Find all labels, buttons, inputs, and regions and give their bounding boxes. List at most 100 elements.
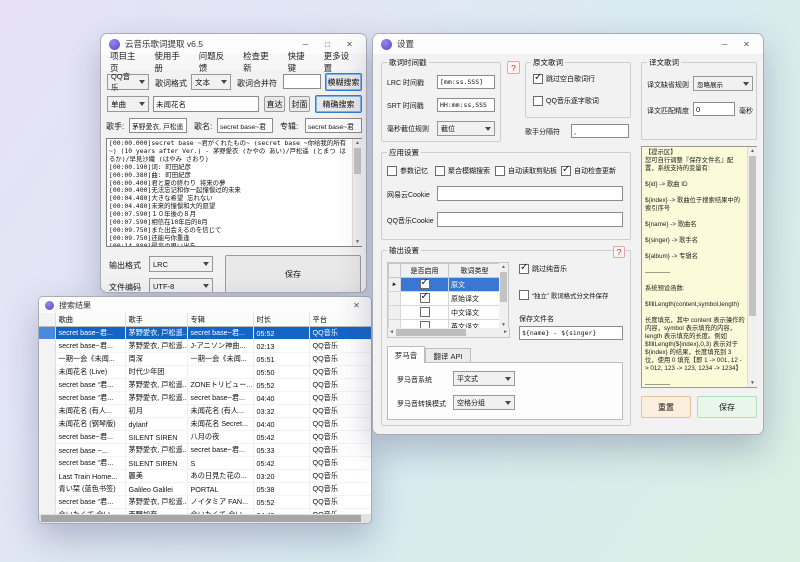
settings-save-button[interactable]: 保存 (697, 396, 757, 418)
menu-item-manual[interactable]: 使用手册 (154, 50, 187, 74)
enabled-cell[interactable] (401, 292, 449, 306)
table-row[interactable]: Last Train Home...麗美あの日見た花の...03:20QQ音乐 (39, 470, 371, 483)
param-memory-checkbox[interactable]: 参数记忆 (387, 166, 428, 176)
scroll-left-icon[interactable]: ◄ (389, 328, 394, 336)
scroll-up-icon[interactable]: ▲ (748, 147, 757, 155)
column-header[interactable]: 时长 (253, 313, 309, 327)
lyric-type-row[interactable]: 原始译文 (389, 292, 501, 306)
table-row[interactable]: 未闻花名 (有人...初月未闻花名 (有人...03:32QQ音乐 (39, 405, 371, 418)
format-select[interactable]: 文本 (191, 74, 231, 90)
lyrics-textarea[interactable]: [00:00.000]secret base ~君がくれたもの~ (secret… (106, 138, 362, 247)
platform-select[interactable]: QQ音乐 (107, 74, 149, 90)
scroll-up-icon[interactable]: ▲ (353, 139, 362, 147)
hint-textarea[interactable]: 【提示区】 您可自行调整『保存文件名』配置，系统支持的变量有: ${id} ->… (641, 146, 757, 388)
menu-item-hotkeys[interactable]: 快捷键 (288, 50, 313, 74)
column-header[interactable]: 歌词类型 (449, 264, 501, 278)
cover-button[interactable]: 封面 (289, 96, 310, 112)
auto-update-checkbox[interactable]: 自动检查更新 (561, 166, 616, 176)
scroll-down-icon[interactable]: ▼ (748, 379, 757, 387)
split-file-checkbox[interactable]: “独立” 歌词格式分文件保存 (519, 290, 608, 300)
skip-pure-music-checkbox[interactable]: 跳过纯音乐 (519, 264, 567, 274)
srt-timestamp-input[interactable] (437, 98, 495, 112)
skip-blank-checkbox[interactable]: 跳过空白歌词行 (533, 74, 595, 84)
output-help-button[interactable]: ? (613, 246, 625, 258)
column-header[interactable]: 专辑 (187, 313, 253, 327)
table-row[interactable]: 未闻花名 (钢琴版)dylanf未闻花名 Secret...04:40QQ音乐 (39, 418, 371, 431)
timestamp-help-button[interactable]: ? (507, 61, 520, 74)
close-icon[interactable]: ✕ (341, 40, 358, 49)
output-format-select[interactable]: LRC (149, 256, 213, 272)
romaji-mode-select[interactable]: 空格分组 (453, 395, 515, 410)
verbatim-lyrics-checkbox[interactable]: QQ音乐逐字歌词 (533, 96, 599, 106)
search-type-select[interactable]: 单曲 (107, 96, 149, 112)
auto-clipboard-checkbox[interactable]: 自动读取剪贴板 (495, 166, 557, 176)
netease-cookie-input[interactable] (437, 186, 623, 201)
merge-symbol-input[interactable] (283, 74, 321, 89)
column-header[interactable]: 歌手 (125, 313, 187, 327)
filename-input[interactable] (519, 326, 623, 340)
exact-search-button[interactable]: 精确搜索 (315, 95, 362, 113)
singer-separator-input[interactable] (571, 124, 629, 138)
scrollbar-thumb[interactable] (41, 515, 361, 522)
results-titlebar[interactable]: 搜索结果 ✕ (39, 297, 371, 313)
checkbox-icon[interactable] (420, 293, 430, 303)
table-row[interactable]: 未闻花名 (Live)时代少年团05:50QQ音乐 (39, 366, 371, 379)
scrollbar-thumb[interactable] (500, 272, 507, 302)
ms-rule-select[interactable]: 截位 (437, 121, 495, 136)
types-vertical-scrollbar[interactable]: ▲ ▼ (499, 262, 509, 330)
column-header[interactable]: 歌曲 (55, 313, 125, 327)
settings-titlebar[interactable]: 设置 ─ ✕ (373, 34, 763, 54)
singer-input[interactable] (129, 118, 187, 133)
aggregate-fuzzy-checkbox[interactable]: 聚合模糊搜索 (435, 166, 490, 176)
song-input[interactable] (217, 118, 273, 133)
scrollbar-thumb[interactable] (354, 148, 361, 174)
tab-translate-api[interactable]: 翻译 API (425, 348, 471, 363)
enabled-cell[interactable] (401, 306, 449, 320)
table-row[interactable]: secret base~君...茅野愛衣, 戸松遥...secret base~… (39, 327, 371, 340)
table-row[interactable]: secret base “君...茅野愛衣, 戸松遥...secret base… (39, 392, 371, 405)
column-header[interactable]: 是否启用 (401, 264, 449, 278)
table-row[interactable]: secret base~君...SILENT SIREN八月の夜05:42QQ音… (39, 431, 371, 444)
table-row[interactable]: secret base~君...茅野愛衣, 戸松遥...J-アニソン神曲...0… (39, 340, 371, 353)
table-row[interactable]: 青い栞 (蓝色书签)Galileo GalileiPORTAL05:38QQ音乐 (39, 483, 371, 496)
album-input[interactable] (305, 118, 362, 133)
close-icon[interactable]: ✕ (348, 301, 365, 310)
direct-button[interactable]: 直达 (264, 96, 285, 112)
results-horizontal-scrollbar[interactable] (39, 514, 371, 523)
lyrics-scrollbar[interactable]: ▲ ▼ (352, 139, 362, 246)
menu-item-more-settings[interactable]: 更多设置 (324, 50, 357, 74)
checkbox-icon[interactable] (420, 279, 430, 289)
trans-rule-select[interactable]: 忽略展示 (693, 76, 753, 91)
romaji-system-select[interactable]: 平文式 (453, 371, 515, 386)
scroll-down-icon[interactable]: ▼ (353, 238, 362, 246)
tab-romaji[interactable]: 罗马音 (387, 346, 425, 363)
table-row[interactable]: secret base “君...茅野愛衣, 戸松遥...ZONEトリビュー..… (39, 379, 371, 392)
scrollbar-thumb[interactable] (749, 156, 756, 316)
checkbox-icon[interactable] (420, 307, 430, 317)
hint-scrollbar[interactable]: ▲ ▼ (747, 147, 757, 387)
minimize-icon[interactable]: ─ (297, 40, 314, 49)
lyric-type-row[interactable]: ►原文 (389, 278, 501, 292)
save-button[interactable]: 保存 (225, 255, 361, 293)
scroll-right-icon[interactable]: ► (503, 328, 508, 336)
table-row[interactable]: secret base “君...茅野愛衣, 戸松遥...ノイタミア FAN..… (39, 496, 371, 509)
qq-cookie-input[interactable] (437, 212, 623, 227)
encoding-select[interactable]: UTF-8 (149, 278, 213, 293)
keyword-input[interactable] (153, 96, 259, 112)
table-row[interactable]: secret base ~...茅野愛衣, 戸松遥...secret base~… (39, 444, 371, 457)
enabled-cell[interactable] (401, 278, 449, 292)
table-row[interactable]: secret base “君...SILENT SIRENS05:42QQ音乐 (39, 457, 371, 470)
lyric-type-row[interactable]: 中文译文 (389, 306, 501, 320)
menu-item-feedback[interactable]: 问题反馈 (199, 50, 232, 74)
lrc-timestamp-input[interactable] (437, 75, 495, 89)
column-header[interactable]: 平台 (309, 313, 371, 327)
menu-item-update[interactable]: 检查更新 (243, 50, 276, 74)
close-icon[interactable]: ✕ (738, 40, 755, 49)
minimize-icon[interactable]: ─ (716, 40, 733, 49)
trans-precision-input[interactable] (693, 102, 735, 116)
types-horizontal-scrollbar[interactable]: ◄ ► (387, 328, 510, 338)
fuzzy-search-button[interactable]: 模糊搜索 (325, 73, 362, 91)
table-row[interactable]: 一期一会《未闻...周深一期一会《未闻...05:51QQ音乐 (39, 353, 371, 366)
scroll-up-icon[interactable]: ▲ (499, 263, 508, 271)
reset-button[interactable]: 重置 (641, 396, 691, 418)
